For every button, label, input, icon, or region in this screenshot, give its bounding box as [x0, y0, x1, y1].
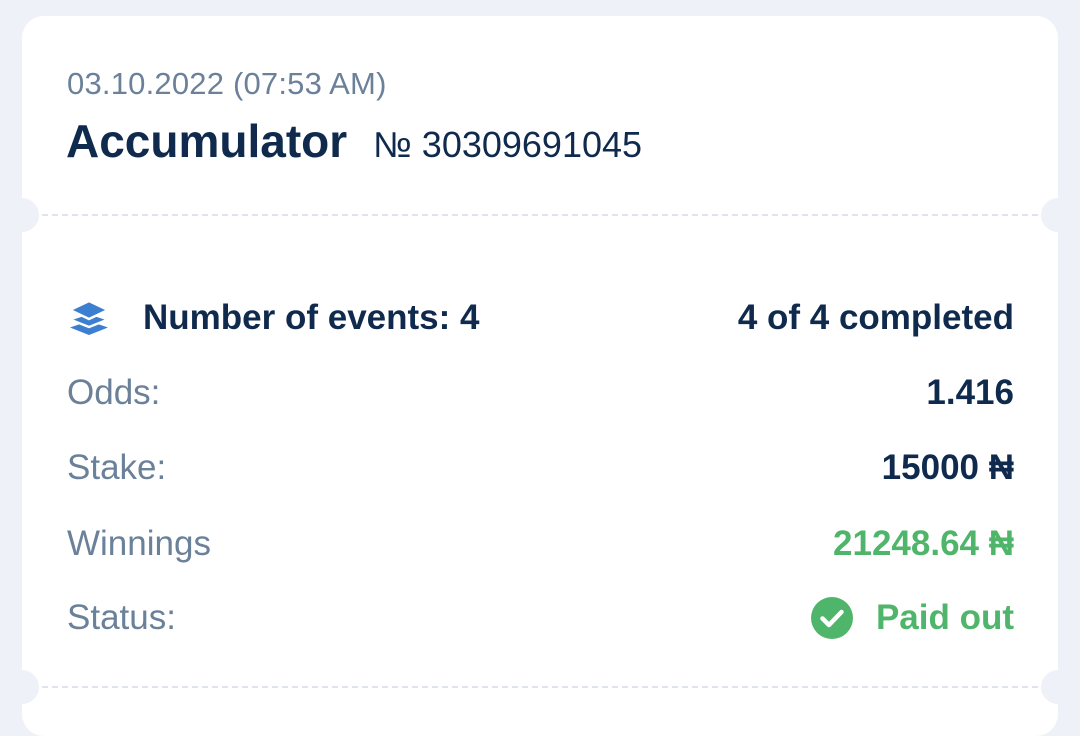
- ticket-notch-right-bottom: [1041, 670, 1075, 704]
- stake-label: Stake:: [67, 448, 167, 487]
- winnings-label: Winnings: [67, 524, 211, 563]
- ticket-notch-left-bottom: [5, 670, 39, 704]
- ticket-notch-left: [5, 198, 39, 232]
- layers-icon: [67, 296, 111, 340]
- ticket-divider: [42, 214, 1038, 216]
- events-completed-value: 4 of 4 completed: [737, 298, 1014, 337]
- odds-label: Odds:: [67, 373, 161, 412]
- status-label: Status:: [67, 598, 176, 637]
- events-summary: Number of events: 4: [67, 296, 479, 340]
- winnings-row: Winnings 21248.64 ₦: [67, 522, 1014, 566]
- bet-ticket-card: 03.10.2022 (07:53 AM) Accumulator № 3030…: [5, 16, 1075, 736]
- stake-value: 15000 ₦: [881, 448, 1014, 487]
- bet-title-row: Accumulator № 30309691045: [66, 114, 642, 168]
- winnings-value: 21248.64 ₦: [833, 524, 1014, 563]
- ticket-notch-right: [1041, 198, 1075, 232]
- bet-number: № 30309691045: [373, 124, 643, 165]
- bet-type-title: Accumulator: [66, 115, 348, 167]
- events-row: Number of events: 4 4 of 4 completed: [67, 296, 1014, 340]
- status-value: Paid out: [875, 598, 1014, 637]
- odds-row: Odds: 1.416: [67, 371, 1014, 415]
- status-row: Status: Paid out: [67, 596, 1014, 640]
- stake-row: Stake: 15000 ₦: [67, 446, 1014, 490]
- bet-datetime: 03.10.2022 (07:53 AM): [67, 66, 387, 101]
- ticket-divider-bottom: [42, 686, 1038, 688]
- events-count-label: Number of events: 4: [143, 298, 480, 337]
- check-circle-icon: [810, 596, 854, 640]
- odds-value: 1.416: [926, 373, 1014, 412]
- status-badge: Paid out: [810, 596, 1014, 640]
